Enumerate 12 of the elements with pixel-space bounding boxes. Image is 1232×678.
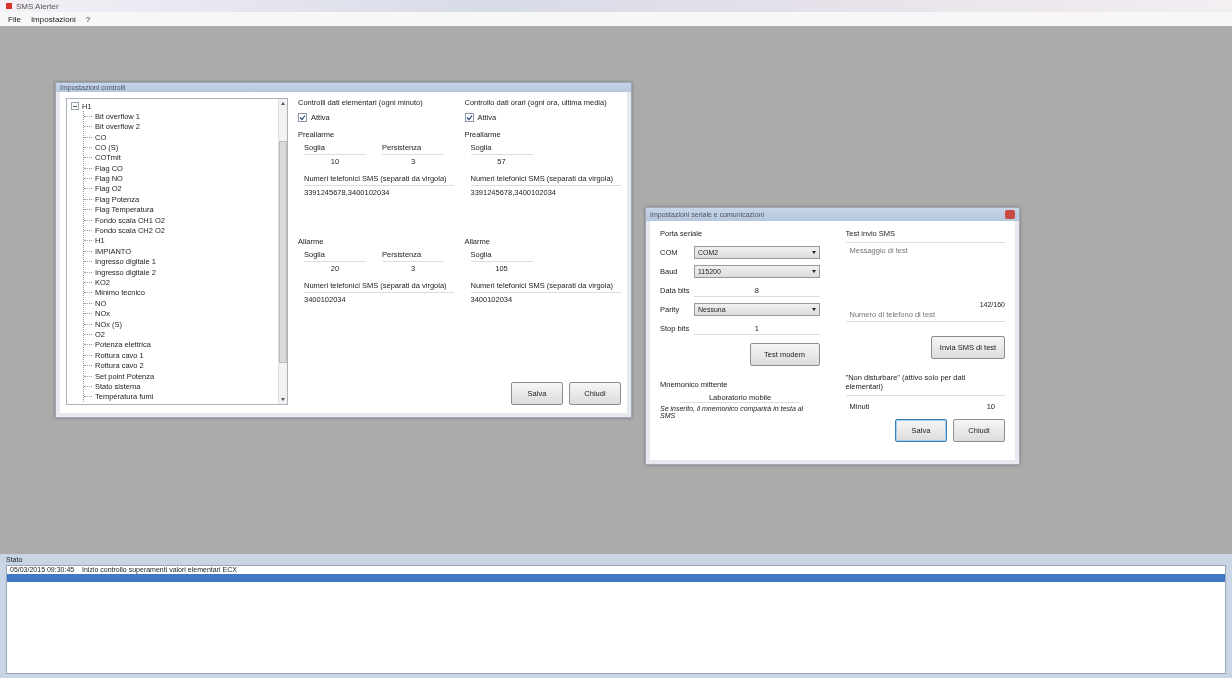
app-icon: [6, 3, 12, 9]
caret-icon: [811, 251, 816, 254]
caret-icon: [811, 308, 816, 311]
collapse-icon[interactable]: [71, 102, 79, 111]
scrollbar[interactable]: [278, 99, 287, 404]
caret-icon: [811, 270, 816, 273]
checkbox[interactable]: [464, 113, 474, 123]
menu-item[interactable]: Impostazioni: [30, 14, 76, 24]
menu-item[interactable]: File: [8, 14, 21, 24]
checkbox[interactable]: [298, 113, 307, 123]
menu-item[interactable]: ?: [85, 14, 91, 24]
window-title: SMS Alerter: [16, 1, 59, 11]
